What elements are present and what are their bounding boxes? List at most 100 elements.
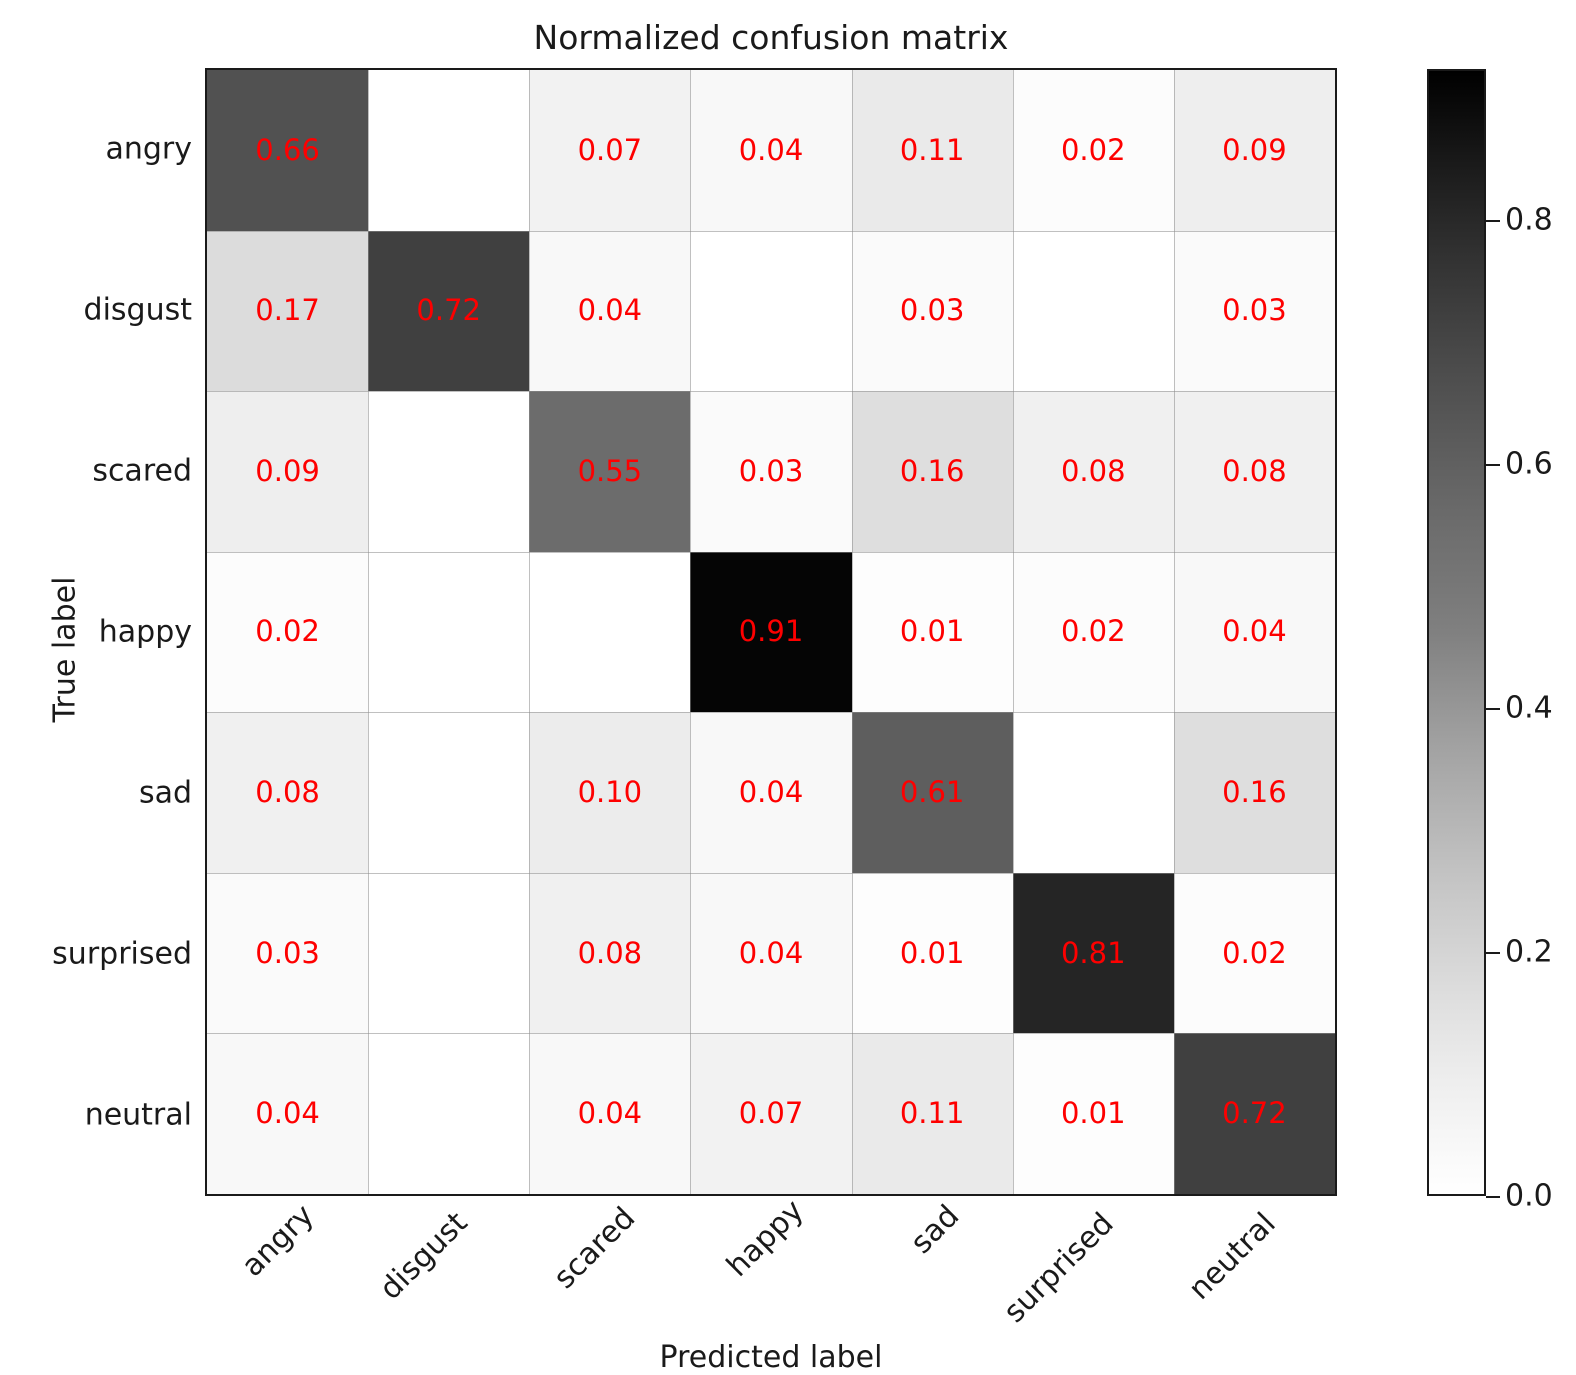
matrix-cell-value: 0.04 bbox=[577, 1096, 643, 1131]
matrix-cell: 0.66 bbox=[207, 70, 369, 231]
matrix-cell: 0.04 bbox=[690, 872, 852, 1034]
matrix-cell-value: 0.17 bbox=[255, 293, 320, 328]
matrix-cell-value: 0.03 bbox=[1222, 293, 1287, 328]
matrix-cell-value: 0.72 bbox=[1222, 1096, 1287, 1131]
y-tick-label-neutral: neutral bbox=[84, 1097, 192, 1133]
matrix-cell-value: 0.07 bbox=[738, 1096, 804, 1131]
matrix-cell-value: 0.08 bbox=[255, 775, 320, 810]
matrix-cell: 0.08 bbox=[529, 872, 691, 1034]
matrix-cell-value: 0.03 bbox=[899, 293, 965, 328]
matrix-cell: 0.72 bbox=[368, 230, 530, 392]
matrix-cell: 0.01 bbox=[851, 872, 1013, 1034]
matrix-cell bbox=[368, 70, 530, 231]
matrix-cell: 0.02 bbox=[1012, 551, 1174, 713]
y-tick-label-surprised: surprised bbox=[52, 936, 192, 972]
matrix-cell-value: 0.16 bbox=[899, 453, 965, 488]
y-tick-label-disgust: disgust bbox=[83, 292, 192, 328]
matrix-cell-value: 0.02 bbox=[1060, 132, 1126, 167]
matrix-cell-value: 0.02 bbox=[1060, 614, 1126, 649]
x-tick-label-surprised: surprised bbox=[997, 1206, 1121, 1330]
x-tick-label-neutral: neutral bbox=[1181, 1206, 1283, 1307]
matrix-cell: 0.04 bbox=[1173, 551, 1335, 713]
matrix-cell bbox=[529, 551, 691, 713]
matrix-cell-value: 0.81 bbox=[1060, 935, 1126, 970]
matrix-cell: 0.03 bbox=[1173, 230, 1335, 392]
x-axis-label: Predicted label bbox=[659, 1340, 883, 1375]
matrix-cell: 0.03 bbox=[851, 230, 1013, 392]
matrix-cell-value: 0.11 bbox=[899, 1096, 965, 1131]
y-tick-label-happy: happy bbox=[98, 614, 192, 650]
matrix-cell: 0.91 bbox=[690, 551, 852, 713]
matrix-cell: 0.01 bbox=[851, 551, 1013, 713]
matrix-cell-value: 0.02 bbox=[255, 614, 320, 649]
x-tick-label-sad: sad bbox=[904, 1198, 967, 1262]
matrix-cell: 0.02 bbox=[1173, 872, 1335, 1034]
colorbar-tick-label: 0.4 bbox=[1505, 690, 1553, 726]
matrix-cell-value: 0.04 bbox=[255, 1096, 320, 1131]
x-tick-label-happy: happy bbox=[719, 1193, 811, 1285]
matrix-cell bbox=[368, 391, 530, 552]
matrix-cell: 0.01 bbox=[1012, 1033, 1174, 1194]
matrix-cell-value: 0.55 bbox=[577, 453, 643, 488]
matrix-cell-value: 0.04 bbox=[738, 935, 804, 970]
colorbar-tick-label: 0.0 bbox=[1505, 1178, 1553, 1214]
matrix-cell: 0.09 bbox=[1173, 70, 1335, 231]
matrix-cell-value: 0.03 bbox=[255, 935, 320, 970]
matrix-cell-value: 0.04 bbox=[738, 775, 804, 810]
matrix-cell: 0.07 bbox=[529, 70, 691, 231]
y-tick-label-scared: scared bbox=[92, 453, 192, 489]
matrix-cell: 0.07 bbox=[690, 1033, 852, 1194]
matrix-cell: 0.04 bbox=[529, 230, 691, 392]
matrix-cell: 0.16 bbox=[851, 391, 1013, 552]
x-tick-label-scared: scared bbox=[546, 1200, 642, 1296]
matrix-cell bbox=[1012, 712, 1174, 873]
figure-canvas: Normalized confusion matrix True label P… bbox=[0, 0, 1576, 1375]
matrix-cell: 0.02 bbox=[207, 551, 369, 713]
matrix-cell bbox=[368, 1033, 530, 1194]
matrix-cell-value: 0.10 bbox=[577, 775, 643, 810]
colorbar-tick-mark bbox=[1486, 464, 1500, 467]
matrix-cell-value: 0.01 bbox=[1060, 1096, 1126, 1131]
colorbar bbox=[1427, 69, 1486, 1196]
matrix-cell: 0.11 bbox=[851, 1033, 1013, 1194]
matrix-cell-value: 0.04 bbox=[1222, 614, 1287, 649]
colorbar-tick-label: 0.8 bbox=[1505, 202, 1553, 238]
matrix-cell-value: 0.08 bbox=[1222, 453, 1287, 488]
matrix-cell-value: 0.04 bbox=[577, 293, 643, 328]
matrix-cell: 0.81 bbox=[1012, 872, 1174, 1034]
matrix-cell: 0.61 bbox=[851, 712, 1013, 873]
colorbar-tick-label: 0.6 bbox=[1505, 446, 1553, 482]
colorbar-tick-mark bbox=[1486, 1196, 1500, 1198]
confusion-matrix-plot: 0.66 0.07 0.04 0.11 0.02 0.09 0.17 0.72 0.04 0.03… bbox=[205, 68, 1337, 1196]
matrix-cell: 0.16 bbox=[1173, 712, 1335, 873]
matrix-cell-value: 0.72 bbox=[416, 293, 481, 328]
matrix-cell: 0.03 bbox=[207, 872, 369, 1034]
matrix-cell-value: 0.09 bbox=[255, 453, 320, 488]
matrix-cell-value: 0.09 bbox=[1222, 132, 1287, 167]
matrix-cell: 0.17 bbox=[207, 230, 369, 392]
matrix-cell: 0.72 bbox=[1173, 1033, 1335, 1194]
matrix-cell: 0.04 bbox=[690, 70, 852, 231]
matrix-cell-value: 0.11 bbox=[899, 132, 965, 167]
matrix-cell-value: 0.01 bbox=[899, 614, 965, 649]
matrix-cell: 0.04 bbox=[529, 1033, 691, 1194]
matrix-cell-value: 0.03 bbox=[738, 453, 804, 488]
matrix-cell bbox=[1012, 230, 1174, 392]
matrix-cell bbox=[368, 872, 530, 1034]
matrix-cell: 0.09 bbox=[207, 391, 369, 552]
matrix-cell: 0.04 bbox=[690, 712, 852, 873]
matrix-cell: 0.08 bbox=[1012, 391, 1174, 552]
matrix-cell: 0.08 bbox=[1173, 391, 1335, 552]
matrix-cell-value: 0.08 bbox=[1060, 453, 1126, 488]
y-tick-label-sad: sad bbox=[138, 775, 192, 811]
matrix-cell-value: 0.91 bbox=[738, 614, 804, 649]
matrix-cell: 0.11 bbox=[851, 70, 1013, 231]
matrix-cell bbox=[368, 712, 530, 873]
matrix-cell-value: 0.04 bbox=[738, 132, 804, 167]
matrix-cell-value: 0.02 bbox=[1222, 935, 1287, 970]
matrix-cell-value: 0.16 bbox=[1222, 775, 1287, 810]
colorbar-tick-label: 0.2 bbox=[1505, 934, 1553, 970]
colorbar-tick-mark bbox=[1486, 708, 1500, 711]
matrix-cell: 0.02 bbox=[1012, 70, 1174, 231]
matrix-cell-grid: 0.66 0.07 0.04 0.11 0.02 0.09 0.17 0.72 0.04 0.03… bbox=[207, 70, 1335, 1194]
